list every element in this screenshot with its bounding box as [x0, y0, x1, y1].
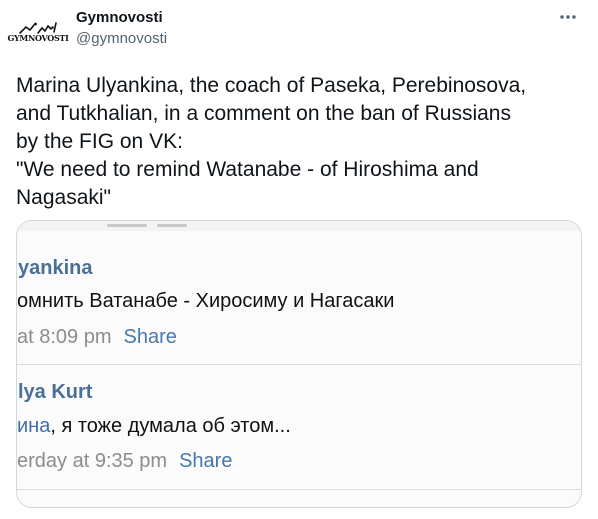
avatar-logo-text: GYMNOVOSTI: [7, 33, 69, 43]
comment-meta: at 8:09 pm Share: [17, 326, 177, 349]
avatar[interactable]: GYMNOVOSTI: [7, 8, 69, 56]
comment-text-body: , я тоже думала об этом...: [50, 415, 291, 437]
comment-author: lya Kurt: [18, 381, 93, 403]
more-horizontal-icon: [560, 15, 576, 19]
comment-text: ина, я тоже думала об этом...: [17, 415, 291, 438]
tweet: GYMNOVOSTI Gymnovosti @gymnovosti Marina…: [0, 0, 598, 519]
tweet-text: Marina Ulyankina, the coach of Paseka, P…: [16, 72, 586, 212]
comment-meta: erday at 9:35 pm Share: [17, 450, 232, 473]
cropped-top-strip: [17, 221, 581, 231]
comment-share-link[interactable]: Share: [124, 326, 177, 348]
comment-share-link[interactable]: Share: [179, 450, 232, 472]
comment-mention[interactable]: ина: [17, 415, 50, 437]
comment-divider: [17, 489, 581, 490]
tweet-text-line: Nagasaki": [16, 186, 112, 209]
tweet-text-line: and Tutkhalian, in a comment on the ban …: [16, 102, 511, 125]
tweet-text-line: by the FIG on VK:: [16, 130, 183, 153]
comment-time: at 8:09 pm: [17, 326, 112, 348]
tweet-text-line: "We need to remind Watanabe - of Hiroshi…: [16, 158, 479, 181]
more-options-button[interactable]: [556, 7, 580, 27]
attached-screenshot[interactable]: yankina омнить Ватанабе - Хиросиму и Наг…: [16, 220, 582, 508]
comment-text: омнить Ватанабе - Хиросиму и Нагасаки: [17, 290, 395, 312]
comment-divider: [17, 364, 581, 365]
comment-author: yankina: [18, 257, 93, 279]
user-handle[interactable]: @gymnovosti: [76, 30, 167, 47]
display-name[interactable]: Gymnovosti: [76, 9, 163, 26]
tweet-text-line: Marina Ulyankina, the coach of Paseka, P…: [16, 74, 527, 97]
comment-time: erday at 9:35 pm: [17, 450, 168, 472]
